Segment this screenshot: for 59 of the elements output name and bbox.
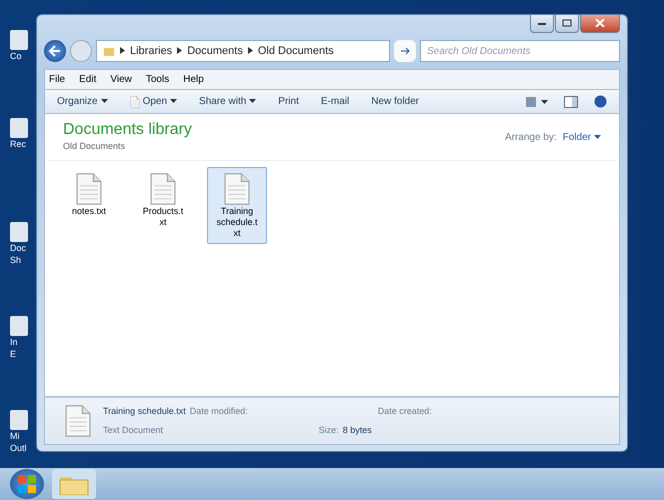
maximize-icon [562, 19, 572, 28]
desktop-icon-label: Rec [10, 138, 26, 150]
preview-pane-button[interactable] [564, 96, 578, 108]
toolbar-button[interactable]: E-mail [320, 94, 350, 109]
document-item[interactable]: Products.txt [133, 166, 193, 232]
start-button[interactable] [10, 469, 44, 499]
arrange-label: Arrange by: [504, 131, 557, 145]
library-title: Documents library [63, 120, 192, 140]
menu-item[interactable]: Tools [146, 72, 170, 87]
size-label: Size: [318, 424, 339, 437]
library-subtitle: Old Documents [63, 140, 126, 153]
desktop-icon-label: In [10, 336, 18, 348]
folder-icon [59, 475, 89, 495]
toolbar-button[interactable]: Print [278, 94, 299, 109]
toolbar-button[interactable]: Organize [57, 94, 108, 109]
document-icon [150, 172, 176, 206]
document-icon [130, 96, 140, 108]
menu-item[interactable]: File [49, 72, 66, 87]
desktop-icon-label: Sh [10, 254, 22, 266]
close-icon [595, 19, 605, 28]
document-item[interactable]: notes.txt [59, 166, 119, 222]
date-modified-label: Date modified: [190, 404, 249, 418]
help-button[interactable] [594, 95, 607, 108]
maximize-button[interactable] [555, 15, 579, 33]
desktop-icon-label: E [10, 348, 16, 360]
arrow-icon [399, 46, 411, 56]
document-icon [224, 172, 250, 206]
back-arrow-icon [48, 44, 62, 57]
breadcrumb[interactable]: Documents [187, 42, 243, 60]
toolbar-button[interactable]: Share with [199, 94, 256, 109]
minimize-button[interactable] [530, 15, 554, 33]
view-button[interactable] [526, 96, 548, 108]
windows-logo-icon [17, 474, 37, 494]
arrange-dropdown[interactable]: Folder [562, 130, 601, 145]
toolbar-button[interactable]: Open [130, 94, 178, 109]
date-created-label: Date created: [378, 404, 432, 418]
breadcrumb[interactable]: Libraries [130, 42, 172, 60]
desktop-icon-label: Co [10, 50, 22, 62]
desktop-icon-label: Mi [10, 430, 20, 442]
search-field[interactable]: Search Old Documents [420, 40, 620, 62]
refresh-button[interactable] [394, 40, 416, 62]
menu-item[interactable]: Help [183, 72, 204, 87]
document-icon [65, 404, 91, 438]
document-icon [76, 172, 102, 206]
close-button[interactable] [580, 15, 620, 33]
menu-item[interactable]: View [110, 72, 132, 87]
file-name: Training schedule.txt [103, 404, 186, 418]
minimize-icon [537, 20, 547, 26]
back-button[interactable] [44, 40, 66, 62]
desktop-icon-label: Outl [10, 442, 27, 454]
toolbar-button[interactable]: New folder [371, 94, 420, 109]
folder-icon [103, 45, 115, 57]
desktop-icon-label: Doc [10, 242, 26, 254]
file-type: Text Document [103, 424, 164, 437]
address-bar[interactable]: Libraries Documents Old Documents [96, 40, 390, 62]
size-value: 8 bytes [342, 424, 372, 437]
document-item[interactable]: Training schedule.txt [207, 166, 267, 244]
menu-item[interactable]: Edit [79, 72, 96, 87]
breadcrumb[interactable]: Old Documents [258, 42, 334, 60]
